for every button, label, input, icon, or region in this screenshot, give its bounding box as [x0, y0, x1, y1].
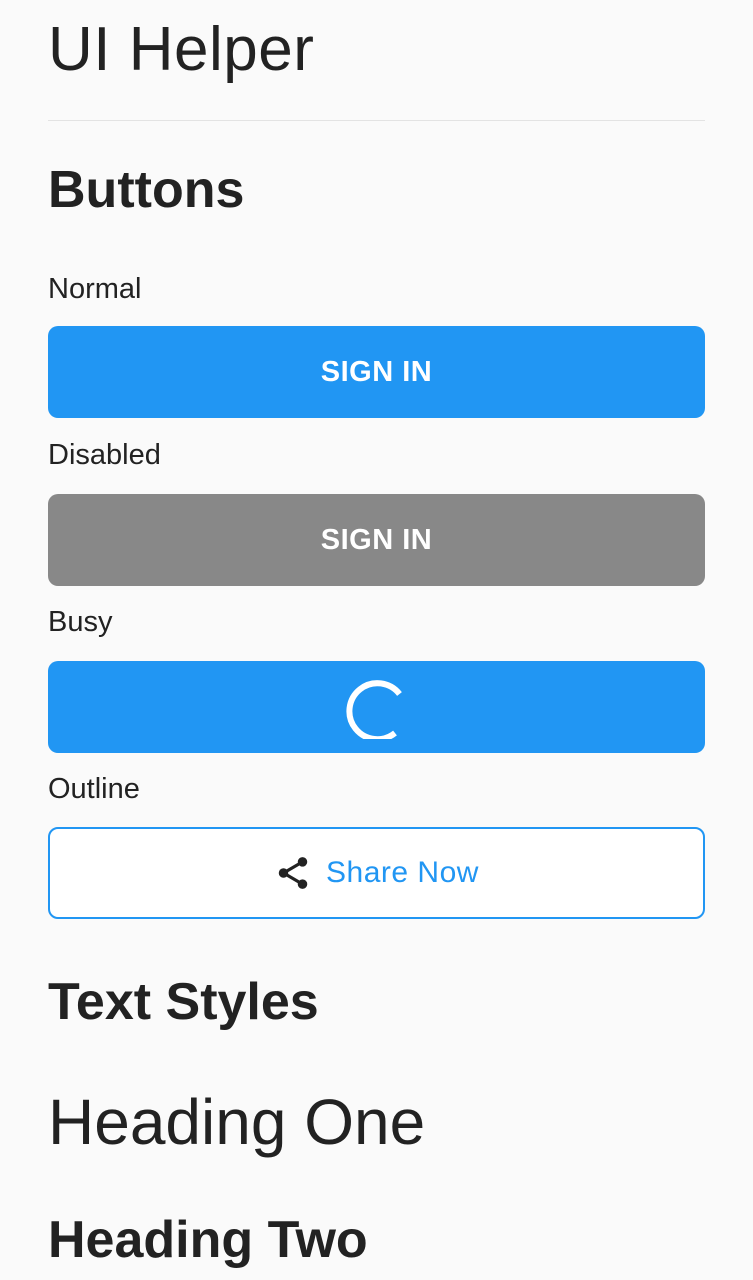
- section-heading-text-styles: Text Styles: [48, 973, 319, 1031]
- heading-one-sample: Heading One: [48, 1086, 426, 1158]
- sign-in-button[interactable]: SIGN IN: [48, 326, 705, 418]
- spinner-icon: [345, 675, 409, 739]
- sign-in-button-label: SIGN IN: [320, 355, 433, 388]
- normal-label: Normal: [48, 273, 142, 305]
- sign-in-button-disabled: SIGN IN: [48, 494, 705, 586]
- heading-two-sample: Heading Two: [48, 1211, 368, 1269]
- share-icon: [274, 854, 312, 892]
- busy-label: Busy: [48, 606, 113, 638]
- outline-label: Outline: [48, 773, 140, 805]
- title-divider: [48, 120, 705, 121]
- busy-button[interactable]: [48, 661, 705, 753]
- sign-in-button-disabled-label: SIGN IN: [320, 523, 433, 556]
- disabled-label: Disabled: [48, 439, 161, 471]
- app-title: UI Helper: [48, 15, 315, 84]
- share-now-button[interactable]: Share Now: [48, 827, 705, 919]
- section-heading-buttons: Buttons: [48, 161, 245, 219]
- share-now-button-label: Share Now: [326, 856, 479, 889]
